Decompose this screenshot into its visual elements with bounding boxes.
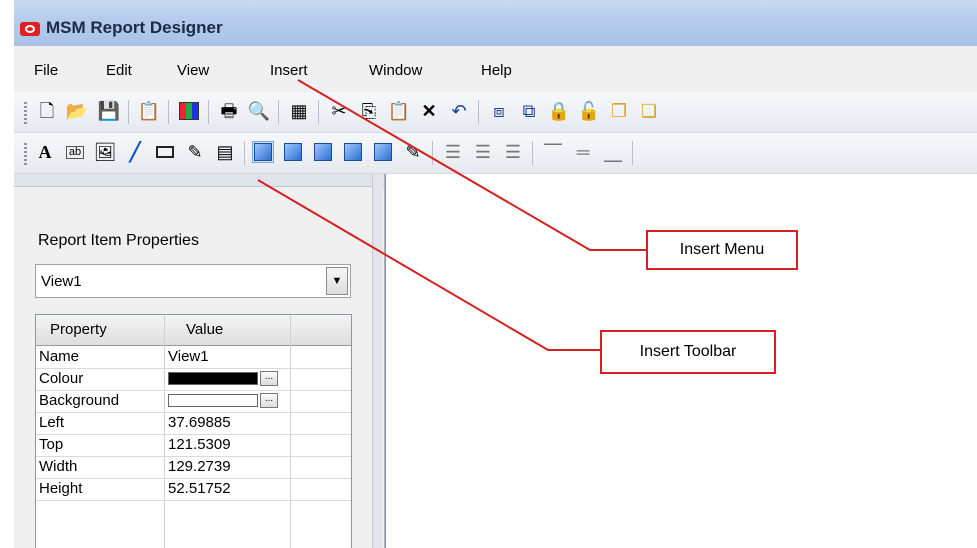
- insert-menu-callout: Insert Menu: [646, 230, 798, 270]
- insert-toolbar-callout: Insert Toolbar: [600, 330, 776, 374]
- callout-lines: [257, 79, 648, 351]
- insert-toolbar-pointer: [257, 179, 602, 351]
- insert-menu-pointer: [297, 79, 648, 251]
